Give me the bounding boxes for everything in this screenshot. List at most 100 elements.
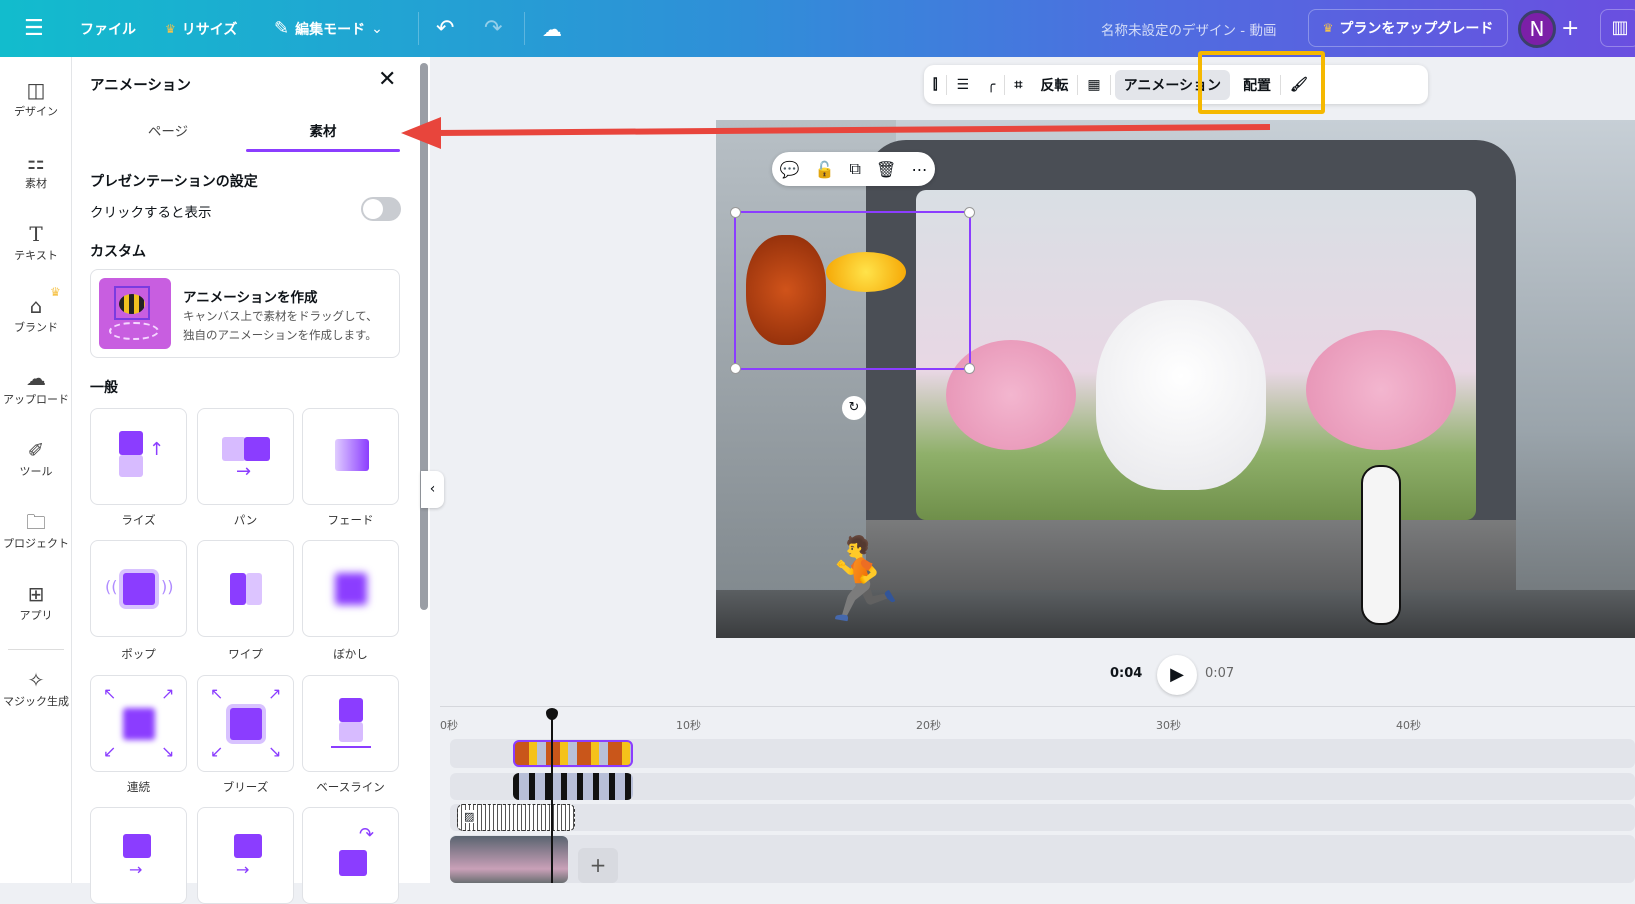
selection-box[interactable] bbox=[730, 207, 975, 374]
dragon-clip[interactable] bbox=[513, 740, 633, 767]
sidebar-item-text[interactable]: T テキスト bbox=[0, 221, 72, 263]
delete-icon[interactable]: 🗑 bbox=[876, 160, 896, 179]
runner-clip[interactable] bbox=[513, 773, 633, 800]
split-icon[interactable]: ⫿ bbox=[924, 65, 946, 104]
sidebar-item-projects[interactable]: 🗀 プロジェクト bbox=[0, 509, 72, 551]
lock-icon[interactable]: 🔓 bbox=[815, 160, 835, 179]
sidebar-item-uploads[interactable]: ☁ アップロード bbox=[0, 365, 72, 407]
pen-icon: ✐ bbox=[27, 438, 45, 462]
timeline-track[interactable] bbox=[450, 835, 1635, 883]
ruler-tick: 10秒 bbox=[676, 719, 701, 732]
create-animation-title: アニメーションを作成 bbox=[183, 290, 318, 306]
hamburger-icon[interactable]: ☰ bbox=[24, 0, 44, 57]
collapse-panel-button[interactable]: ‹ bbox=[421, 471, 444, 508]
create-animation-card[interactable]: アニメーションを作成 キャンバス上で素材をドラッグして、 独自のアニメーションを… bbox=[90, 269, 400, 358]
effect-pop[interactable]: (()) bbox=[90, 540, 187, 637]
crop-icon[interactable]: ⌗ bbox=[1005, 65, 1031, 104]
redo-icon[interactable]: ↷ bbox=[484, 0, 502, 57]
effect-tile[interactable]: ↷ bbox=[302, 807, 399, 904]
border-style-icon[interactable]: ☰ bbox=[947, 65, 978, 104]
sidebar-rail: ◫ デザイン ⚏ 素材 T テキスト ♛ ⌂ ブランド ☁ アップロード ✐ ツール 🗀 プロジ… bbox=[0, 57, 72, 883]
sidebar-label: デザイン bbox=[14, 105, 58, 118]
add-clip-button[interactable]: + bbox=[578, 848, 618, 883]
effect-label: ベースライン bbox=[316, 780, 385, 794]
more-icon[interactable]: ⋯ bbox=[911, 160, 927, 179]
comment-icon[interactable]: 💬 bbox=[780, 160, 800, 179]
upgrade-button[interactable]: ♛ プランをアップグレード bbox=[1308, 9, 1508, 47]
crown-icon: ♛ bbox=[1322, 21, 1334, 35]
sidebar-item-apps[interactable]: ⊞ アプリ bbox=[0, 581, 72, 623]
cloud-saved-icon[interactable]: ☁ bbox=[542, 0, 562, 57]
playhead[interactable] bbox=[551, 712, 553, 883]
total-time: 0:07 bbox=[1205, 666, 1235, 681]
effect-continuous[interactable]: ↖ ↗ ↙ ↘ bbox=[90, 675, 187, 772]
sidebar-item-magic[interactable]: ✧ マジック生成 bbox=[0, 667, 72, 709]
play-button[interactable]: ▶ bbox=[1157, 655, 1197, 695]
element-toolbar: ⫿ ☰ ╭ ⌗ 反転 ▦ アニメーション 配置 🖌 bbox=[924, 65, 1428, 104]
add-collaborator-button[interactable]: + bbox=[1561, 0, 1579, 57]
file-menu[interactable]: ファイル bbox=[80, 0, 136, 57]
image-icon: ▨ bbox=[464, 810, 475, 823]
sidebar-label: アップロード bbox=[3, 393, 69, 406]
avatar[interactable]: N bbox=[1518, 10, 1556, 48]
effect-pan[interactable]: → bbox=[197, 408, 294, 505]
sidebar-item-tools[interactable]: ✐ ツール bbox=[0, 437, 72, 479]
effect-breathe[interactable]: ↖ ↗ ↙ ↘ bbox=[197, 675, 294, 772]
sidebar-label: マジック生成 bbox=[3, 695, 69, 708]
flip-button[interactable]: 反転 bbox=[1031, 65, 1077, 104]
canvas-page[interactable]: 🏃 ↻ 💬 🔓 ⧉ 🗑 ⋯ bbox=[716, 120, 1635, 638]
sidebar-label: ツール bbox=[19, 465, 53, 478]
effect-tile[interactable]: → bbox=[197, 807, 294, 904]
ruler-tick: 0秒 bbox=[440, 719, 458, 732]
sidebar-label: ブランド bbox=[14, 321, 58, 334]
effect-tile[interactable]: → bbox=[90, 807, 187, 904]
ruler-tick: 40秒 bbox=[1396, 719, 1421, 732]
effect-label: ワイプ bbox=[228, 647, 263, 661]
tab-element[interactable]: 素材 bbox=[246, 120, 400, 140]
effect-label: ライズ bbox=[121, 513, 156, 527]
effect-blur[interactable] bbox=[302, 540, 399, 637]
sidebar-label: プロジェクト bbox=[3, 537, 69, 550]
corner-rounding-icon[interactable]: ╭ bbox=[978, 65, 1004, 104]
sidebar-item-design[interactable]: ◫ デザイン bbox=[0, 77, 72, 119]
audio-clip[interactable]: ▨ bbox=[457, 804, 575, 831]
sidebar-label: 素材 bbox=[25, 177, 47, 190]
edit-mode-dropdown[interactable]: ✎ 編集モード ⌄ bbox=[274, 0, 383, 57]
effect-label: ポップ bbox=[121, 647, 156, 661]
magic-icon: ✧ bbox=[27, 668, 45, 692]
effect-wipe[interactable] bbox=[197, 540, 294, 637]
file-label: ファイル bbox=[80, 21, 136, 38]
insights-icon[interactable]: ▥ bbox=[1600, 9, 1635, 47]
sidebar-item-elements[interactable]: ⚏ 素材 bbox=[0, 149, 72, 191]
custom-heading: カスタム bbox=[90, 244, 146, 260]
chevron-down-icon: ⌄ bbox=[371, 20, 383, 37]
effect-fade[interactable] bbox=[302, 408, 399, 505]
effect-baseline[interactable] bbox=[302, 675, 399, 772]
tab-page[interactable]: ページ bbox=[90, 120, 246, 140]
effect-label: 連続 bbox=[127, 780, 150, 794]
duplicate-icon[interactable]: ⧉ bbox=[850, 159, 861, 179]
create-animation-desc: 独自のアニメーションを作成します。 bbox=[183, 328, 377, 342]
click-to-show-toggle[interactable] bbox=[361, 197, 401, 221]
playhead-handle[interactable] bbox=[546, 708, 558, 720]
shapes-icon: ⚏ bbox=[27, 150, 45, 174]
standing-figure bbox=[1361, 465, 1401, 625]
undo-icon[interactable]: ↶ bbox=[436, 0, 454, 57]
transparency-icon[interactable]: ▦ bbox=[1078, 65, 1109, 104]
sidebar-item-brand[interactable]: ♛ ⌂ ブランド bbox=[0, 285, 72, 335]
pencil-icon: ✎ bbox=[274, 18, 290, 39]
effect-rise[interactable]: ↑ bbox=[90, 408, 187, 505]
timeline-track[interactable] bbox=[450, 804, 1635, 831]
resize-button[interactable]: ♛ リサイズ bbox=[165, 0, 237, 57]
bee-animation-thumbnail bbox=[99, 278, 171, 349]
rotate-handle-icon[interactable]: ↻ bbox=[842, 396, 866, 420]
click-to-show-label: クリックすると表示 bbox=[90, 205, 212, 221]
sidebar-label: テキスト bbox=[14, 249, 58, 262]
close-icon[interactable]: ✕ bbox=[378, 67, 396, 92]
presentation-heading: プレゼンテーションの設定 bbox=[90, 174, 258, 190]
edit-mode-label: 編集モード bbox=[295, 21, 366, 38]
resize-label: リサイズ bbox=[181, 21, 238, 38]
design-title[interactable]: 名称未設定のデザイン - 動画 bbox=[1101, 0, 1276, 57]
current-time: 0:04 bbox=[1110, 666, 1143, 681]
upload-icon: ☁ bbox=[26, 366, 46, 390]
